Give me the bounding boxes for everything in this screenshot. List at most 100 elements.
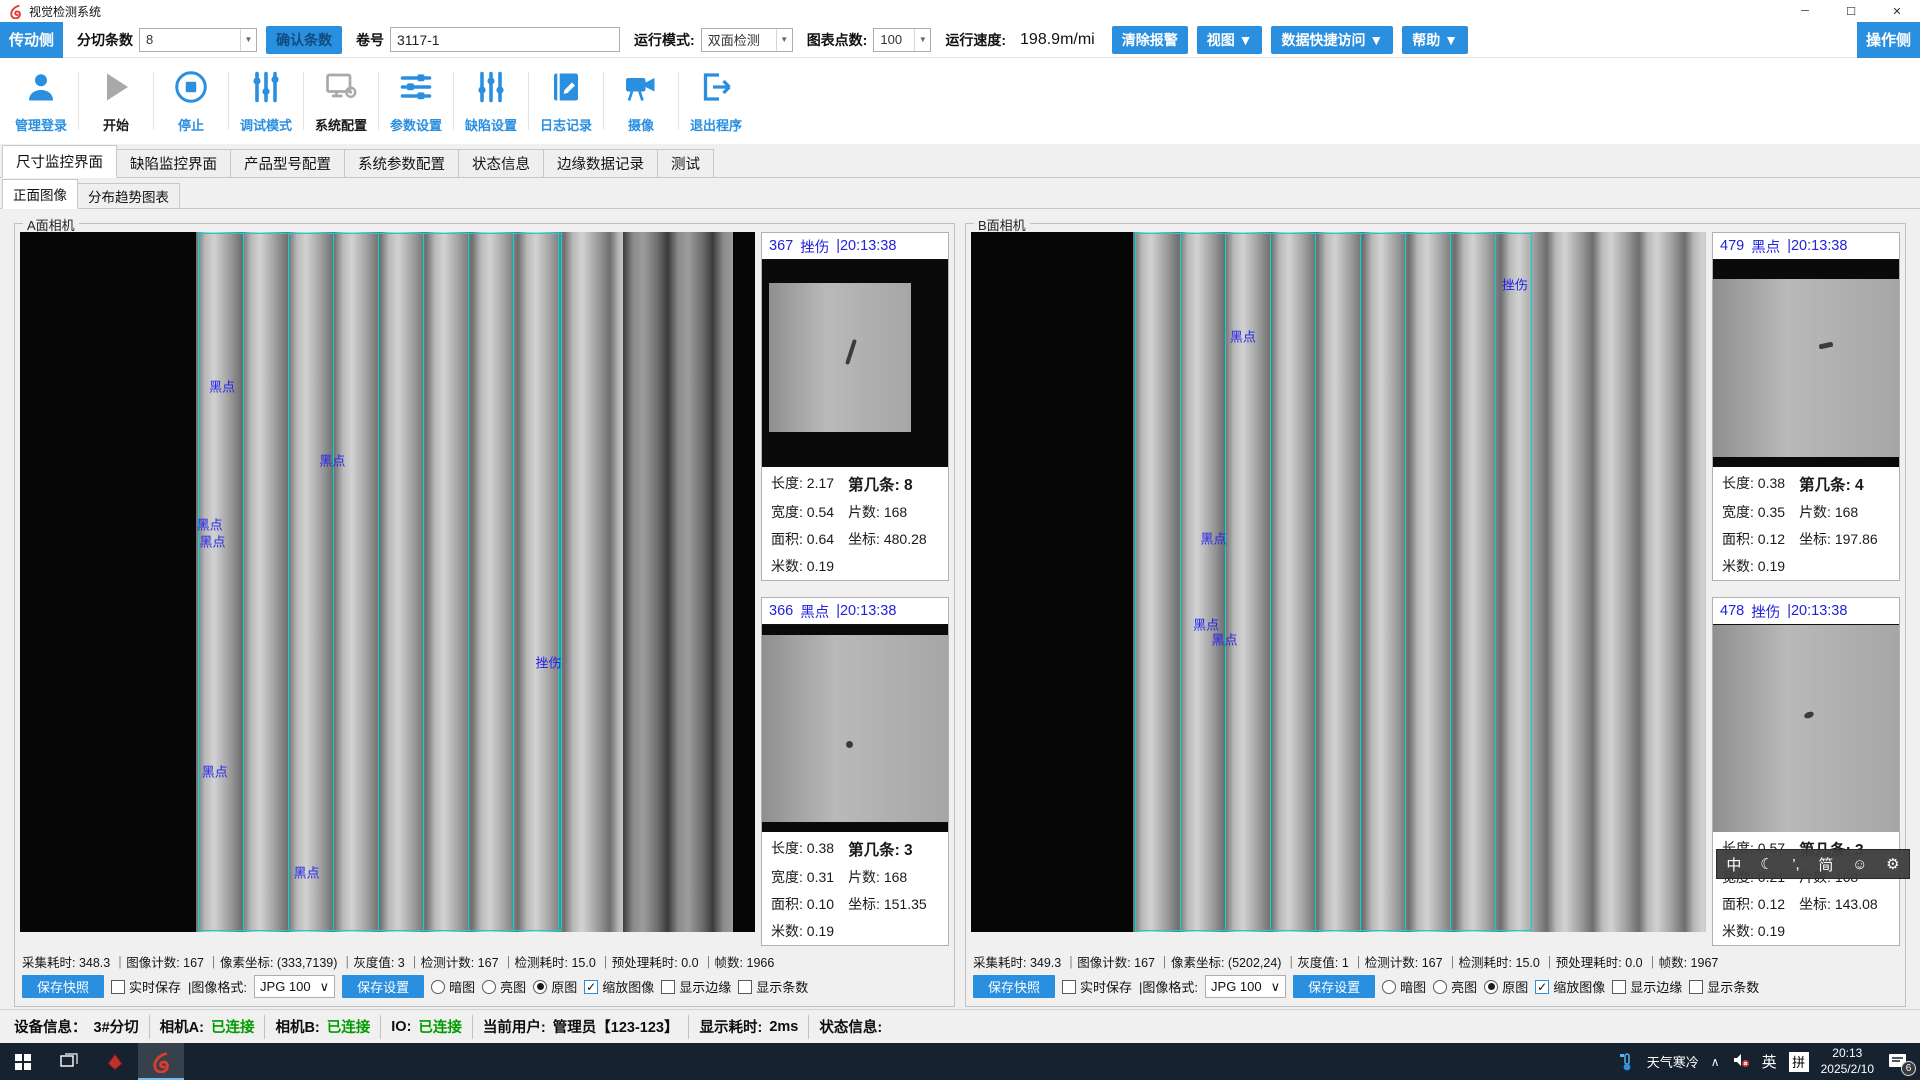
toolbar-button-log[interactable]: 日志记录 [529,65,603,137]
maximize-button[interactable]: ☐ [1828,0,1874,22]
image-format-select[interactable]: JPG 100 ∨ [254,975,335,998]
tab-3[interactable]: 系统参数配置 [344,149,459,177]
area-label: 面积: [1722,531,1754,547]
length-value: 0.38 [1758,475,1785,491]
task-view-button[interactable] [46,1043,92,1080]
volume-muted-icon[interactable] [1732,1052,1750,1071]
help-menu-button[interactable]: 帮助 ▼ [1402,26,1468,54]
defect-annotation: 挫伤 [1502,274,1528,293]
main-tab-bar: 尺寸监控界面缺陷监控界面产品型号配置系统参数配置状态信息边缘数据记录测试 [0,144,1920,178]
notification-center-button[interactable]: 6 [1886,1051,1912,1073]
subtab-0[interactable]: 正面图像 [2,179,78,209]
toolbar-button-stop[interactable]: 停止 [154,65,228,137]
clock[interactable]: 20:13 2025/2/10 [1821,1046,1874,1077]
defect-card[interactable]: 367挫伤|20:13:38长度: 2.17第几条: 8宽度: 0.54片数: … [761,232,949,581]
toolbar-button-label: 系统配置 [315,115,367,134]
toolbar-button-defect-settings[interactable]: 缺陷设置 [454,65,528,137]
toolbar-button-system-config[interactable]: 系统配置 [304,65,378,137]
chart-points-select[interactable]: 100 ▼ [873,28,931,52]
save-settings-button[interactable]: 保存设置 [342,975,424,998]
length-label: 长度: [771,475,803,491]
quick-access-menu-button[interactable]: 数据快捷访问 ▼ [1271,26,1393,54]
toolbar-button-exit[interactable]: 退出程序 [679,65,753,137]
operator-side-label: 操作侧 [1857,22,1920,58]
show-edge-checkbox[interactable] [1612,980,1626,994]
ime-mode-chinese[interactable]: 中 [1726,854,1741,875]
meters-value: 0.19 [1758,558,1785,574]
realtime-save-checkbox[interactable] [1062,980,1076,994]
save-snapshot-button[interactable]: 保存快照 [973,975,1055,998]
run-speed-value: 198.9m/mi [1012,31,1103,49]
ime-moon-icon[interactable]: ☾ [1760,855,1773,873]
strip-label: 第几条: [848,842,900,859]
defect-thumbnail [762,624,948,832]
defect-card[interactable]: 479黑点|20:13:38长度: 0.38第几条: 4宽度: 0.35片数: … [1712,232,1900,581]
tab-4[interactable]: 状态信息 [458,149,544,177]
save-snapshot-button[interactable]: 保存快照 [22,975,104,998]
bright-image-radio[interactable] [1433,980,1447,994]
realtime-save-checkbox[interactable] [111,980,125,994]
ime-settings-gear-icon[interactable]: ⚙ [1886,855,1899,873]
meters-label: 米数: [1722,923,1754,939]
image-format-label: |图像格式: [188,977,247,996]
area-label: 面积: [1722,896,1754,912]
show-strip-count-checkbox[interactable] [738,980,752,994]
defect-card[interactable]: 366黑点|20:13:38长度: 0.38第几条: 3宽度: 0.31片数: … [761,597,949,946]
weather-text[interactable]: 天气寒冷 [1647,1052,1699,1071]
toolbar-button-param-sliders[interactable]: 参数设置 [379,65,453,137]
ime-punctuation-icon[interactable]: ’, [1792,856,1800,873]
coord-value: 197.86 [1835,531,1878,547]
ime-toolbar: 中 ☾ ’, 简 ☺ ⚙ [1716,849,1910,879]
display-time-value: 2ms [769,1019,798,1035]
roll-number-input[interactable] [390,27,620,52]
original-image-radio[interactable] [533,980,547,994]
tab-0[interactable]: 尺寸监控界面 [2,145,117,178]
toolbar-button-debug-sliders[interactable]: 调试模式 [229,65,303,137]
tab-5[interactable]: 边缘数据记录 [543,149,658,177]
tab-1[interactable]: 缺陷监控界面 [116,149,231,177]
confirm-count-button[interactable]: 确认条数 [266,26,342,54]
tab-2[interactable]: 产品型号配置 [230,149,345,177]
ime-emoji-icon[interactable]: ☺ [1852,856,1867,873]
start-button[interactable] [0,1043,46,1080]
image-format-select[interactable]: JPG 100 ∨ [1205,975,1286,998]
meters-label: 米数: [771,558,803,574]
zoom-image-checkbox[interactable]: ✓ [1535,980,1549,994]
pinned-app-button[interactable] [92,1043,138,1080]
camera-b-image[interactable]: 挫伤黑点黑点黑点黑点 [971,232,1706,932]
title-bar: 视觉检测系统 ─ ☐ ✕ [0,0,1920,22]
tab-6[interactable]: 测试 [657,149,714,177]
area-value: 0.12 [1758,531,1785,547]
toolbar-button-user[interactable]: 管理登录 [4,65,78,137]
show-strip-count-checkbox[interactable] [1689,980,1703,994]
clear-alarm-button[interactable]: 清除报警 [1112,26,1188,54]
display-time-label: 显示耗时: [699,1016,762,1037]
run-mode-select[interactable]: 双面检测 ▼ [701,28,793,52]
language-indicator[interactable]: 英 [1762,1051,1777,1072]
width-label: 宽度: [771,504,803,520]
show-edge-checkbox[interactable] [661,980,675,994]
bright-image-radio[interactable] [482,980,496,994]
slit-count-select[interactable]: 8 ▼ [139,28,257,52]
dark-image-radio[interactable] [1382,980,1396,994]
meters-label: 米数: [1722,558,1754,574]
width-value: 0.54 [807,504,834,520]
toolbar-button-play[interactable]: 开始 [79,65,153,137]
view-menu-button[interactable]: 视图 ▼ [1197,26,1263,54]
defect-card[interactable]: 478挫伤|20:13:38长度: 0.57第几条: 3宽度: 0.21片数: … [1712,597,1900,946]
subtab-1[interactable]: 分布趋势图表 [77,183,180,208]
camera-a-image[interactable]: 黑点黑点黑点黑点挫伤黑点黑点 [20,232,755,932]
minimize-button[interactable]: ─ [1782,0,1828,22]
save-settings-button[interactable]: 保存设置 [1293,975,1375,998]
tray-expand-caret-icon[interactable]: ∧ [1711,1055,1720,1069]
camera-icon [623,69,659,110]
ime-simplified-icon[interactable]: 简 [1818,854,1833,875]
ime-indicator[interactable]: 拼 [1789,1052,1809,1072]
inspection-app-taskbar-button[interactable] [138,1043,184,1080]
toolbar-button-camera[interactable]: 摄像 [604,65,678,137]
run-mode-label: 运行模式: [634,30,695,50]
dark-image-radio[interactable] [431,980,445,994]
close-button[interactable]: ✕ [1874,0,1920,22]
original-image-radio[interactable] [1484,980,1498,994]
zoom-image-checkbox[interactable]: ✓ [584,980,598,994]
